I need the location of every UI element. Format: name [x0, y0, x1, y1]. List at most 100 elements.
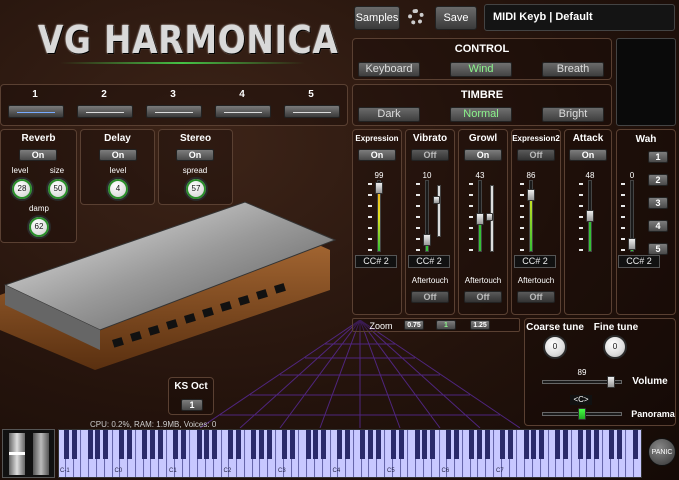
pitch-mod-wheels[interactable] — [2, 429, 55, 478]
black-key[interactable] — [196, 430, 202, 459]
growl-on-button[interactable]: On — [464, 149, 502, 161]
black-key[interactable] — [562, 430, 568, 459]
black-key[interactable] — [484, 430, 490, 459]
black-key[interactable] — [391, 430, 397, 459]
black-key[interactable] — [554, 430, 560, 459]
growl-aftertouch-button[interactable]: Off — [464, 291, 502, 303]
black-key[interactable] — [149, 430, 155, 459]
expression-on-button[interactable]: On — [358, 149, 396, 161]
black-key[interactable] — [181, 430, 187, 459]
vibrato-handle[interactable] — [423, 234, 431, 246]
control-wind-option[interactable]: Wind — [450, 62, 512, 77]
black-key[interactable] — [399, 430, 405, 459]
timbre-dark-option[interactable]: Dark — [358, 107, 420, 122]
zoom-125-button[interactable]: 1.25 — [470, 320, 490, 330]
black-key[interactable] — [126, 430, 132, 459]
control-keyboard-option[interactable]: Keyboard — [358, 62, 420, 77]
black-key[interactable] — [430, 430, 436, 459]
delay-level-knob[interactable]: 4 — [106, 177, 130, 201]
black-key[interactable] — [445, 430, 451, 459]
black-key[interactable] — [266, 430, 272, 459]
black-key[interactable] — [531, 430, 537, 459]
ks-oct-value[interactable]: 1 — [181, 399, 203, 411]
black-key[interactable] — [632, 430, 638, 459]
timbre-normal-option[interactable]: Normal — [450, 107, 512, 122]
black-key[interactable] — [290, 430, 296, 459]
black-key[interactable] — [476, 430, 482, 459]
fine-tune-knob[interactable]: 0 — [603, 335, 627, 359]
black-key[interactable] — [508, 430, 514, 459]
delay-on-button[interactable]: On — [99, 149, 137, 161]
black-key[interactable] — [422, 430, 428, 459]
reverb-on-button[interactable]: On — [19, 149, 57, 161]
black-key[interactable] — [305, 430, 311, 459]
black-key[interactable] — [453, 430, 459, 459]
expression-handle[interactable] — [375, 182, 383, 194]
black-key[interactable] — [375, 430, 381, 459]
expression-cc[interactable]: CC# 2 — [355, 255, 397, 268]
preset-display[interactable]: MIDI Keyb | Default — [484, 4, 675, 31]
wah-button-1[interactable]: 1 — [648, 151, 668, 163]
zoom-075-button[interactable]: 0.75 — [404, 320, 424, 330]
volume-handle[interactable] — [607, 376, 615, 388]
black-key[interactable] — [586, 430, 591, 459]
expression2-aftertouch-button[interactable]: Off — [517, 291, 555, 303]
attack-handle[interactable] — [586, 210, 594, 222]
black-key[interactable] — [500, 430, 506, 459]
preset-slot-5[interactable] — [284, 105, 340, 118]
black-key[interactable] — [95, 430, 101, 459]
black-key[interactable] — [87, 430, 93, 459]
reverb-size-knob[interactable]: 50 — [46, 177, 70, 201]
expression2-off-button[interactable]: Off — [517, 149, 555, 161]
timbre-bright-option[interactable]: Bright — [542, 107, 604, 122]
black-key[interactable] — [593, 430, 599, 459]
wah-button-4[interactable]: 4 — [648, 220, 668, 232]
preset-slot-2[interactable] — [77, 105, 133, 118]
black-key[interactable] — [469, 430, 475, 459]
save-button[interactable]: Save — [435, 6, 477, 30]
panic-button[interactable]: PANIC — [648, 438, 676, 466]
wah-handle[interactable] — [628, 238, 636, 250]
vibrato-aftertouch-slider[interactable] — [437, 185, 441, 237]
mod-wheel[interactable] — [33, 433, 49, 475]
piano-keyboard[interactable]: C-1 C0 C1 C2 C3 C4 C5 C6 C7 — [58, 429, 642, 478]
samples-button[interactable]: Samples — [354, 6, 400, 30]
expression2-handle[interactable] — [527, 189, 535, 201]
black-key[interactable] — [414, 430, 420, 459]
black-key[interactable] — [157, 430, 163, 459]
black-key[interactable] — [539, 430, 545, 459]
attack-on-button[interactable]: On — [569, 149, 607, 161]
stereo-spread-knob[interactable]: 57 — [184, 177, 208, 201]
preset-slot-4[interactable] — [215, 105, 271, 118]
black-key[interactable] — [282, 430, 288, 459]
black-key[interactable] — [321, 430, 327, 459]
stereo-on-button[interactable]: On — [176, 149, 214, 161]
black-key[interactable] — [344, 430, 350, 459]
panorama-handle[interactable] — [578, 408, 586, 420]
control-breath-option[interactable]: Breath — [542, 62, 604, 77]
reverb-level-knob[interactable]: 28 — [10, 177, 34, 201]
black-key[interactable] — [142, 430, 148, 459]
vibrato-aftertouch-button[interactable]: Off — [411, 291, 449, 303]
wah-button-3[interactable]: 3 — [648, 197, 668, 209]
black-key[interactable] — [64, 430, 70, 459]
expression2-cc[interactable]: CC# 2 — [514, 255, 556, 268]
zoom-1-button[interactable]: 1 — [436, 320, 456, 330]
black-key[interactable] — [313, 430, 319, 459]
preset-slot-1[interactable] — [8, 105, 64, 118]
black-key[interactable] — [258, 430, 264, 459]
black-key[interactable] — [336, 430, 342, 459]
black-key[interactable] — [227, 430, 233, 459]
black-key[interactable] — [235, 430, 241, 459]
black-key[interactable] — [118, 430, 124, 459]
wah-cc[interactable]: CC# 2 — [618, 255, 660, 268]
wah-button-2[interactable]: 2 — [648, 174, 668, 186]
vibrato-off-button[interactable]: Off — [411, 149, 449, 161]
black-key[interactable] — [204, 430, 210, 459]
black-key[interactable] — [523, 430, 529, 459]
black-key[interactable] — [578, 430, 584, 459]
growl-aftertouch-handle[interactable] — [486, 213, 493, 221]
black-key[interactable] — [173, 430, 179, 459]
vibrato-aftertouch-handle[interactable] — [433, 196, 440, 204]
growl-handle[interactable] — [476, 213, 484, 225]
